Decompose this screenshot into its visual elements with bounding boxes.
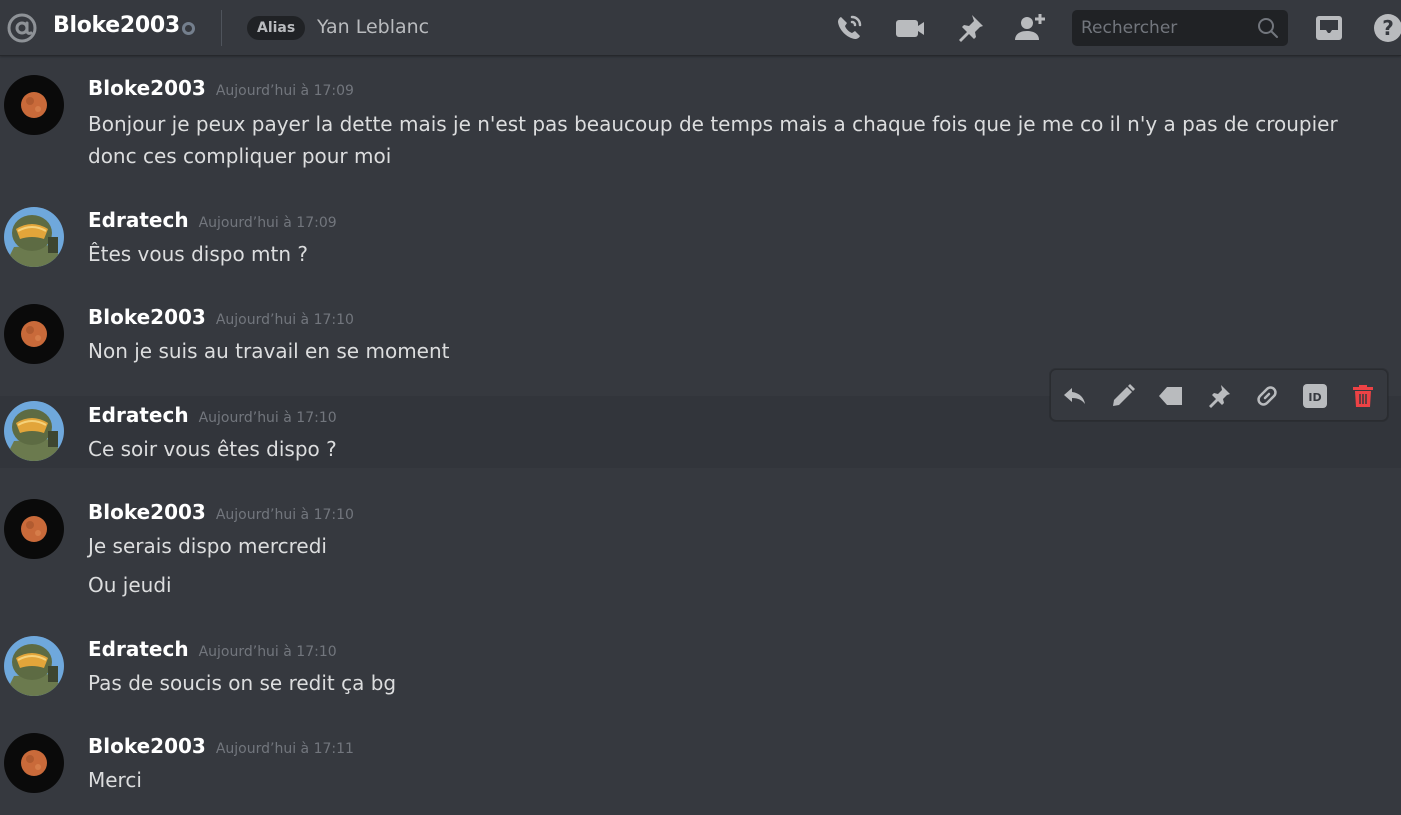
message-item[interactable]: Edratech Aujourd’hui à 17:10 Pas de souci… [0, 622, 1401, 717]
avatar[interactable] [4, 401, 64, 461]
search-input[interactable] [1081, 10, 1251, 46]
username[interactable]: Edratech [88, 403, 189, 427]
username[interactable]: Bloke2003 [88, 305, 206, 329]
avatar[interactable] [4, 733, 64, 793]
alias-badge: Alias [247, 16, 306, 40]
inbox-icon[interactable] [1313, 12, 1345, 44]
message-text: Ce soir vous êtes dispo ? [88, 437, 337, 461]
search-bar[interactable] [1072, 10, 1288, 46]
message-timestamp: Aujourd’hui à 17:09 [198, 215, 337, 231]
avatar[interactable] [4, 499, 64, 559]
username[interactable]: Bloke2003 [88, 500, 206, 524]
message-timestamp: Aujourd’hui à 17:10 [198, 644, 337, 660]
message-text: Pas de soucis on se redit ça bg [88, 671, 397, 695]
message-timestamp: Aujourd’hui à 17:10 [215, 312, 354, 328]
link-icon[interactable] [1253, 382, 1281, 410]
at-icon [6, 12, 38, 44]
channel-header: Bloke2003 Alias Yan Leblanc ? [0, 0, 1401, 56]
edit-icon[interactable] [1109, 382, 1137, 410]
video-call-icon[interactable] [894, 12, 926, 44]
username[interactable]: Edratech [88, 208, 189, 232]
message-action-bar: ID [1050, 369, 1388, 421]
phone-call-icon[interactable] [833, 12, 865, 44]
message-timestamp: Aujourd’hui à 17:11 [215, 741, 354, 757]
header-divider [221, 10, 222, 46]
message-text: Êtes vous dispo mtn ? [88, 242, 309, 266]
username[interactable]: Bloke2003 [88, 734, 206, 758]
add-friend-icon[interactable] [1014, 12, 1046, 44]
message-timestamp: Aujourd’hui à 17:10 [198, 410, 337, 426]
message-text: Je serais dispo mercredi [88, 534, 327, 558]
username[interactable]: Bloke2003 [88, 76, 206, 100]
svg-text:?: ? [1382, 16, 1394, 40]
message-timestamp: Aujourd’hui à 17:09 [215, 83, 354, 99]
message-item[interactable]: Bloke2003 Aujourd’hui à 17:11 Merci [0, 719, 1401, 815]
pin-icon[interactable] [954, 12, 986, 44]
help-icon[interactable]: ? [1372, 12, 1401, 44]
username[interactable]: Edratech [88, 637, 189, 661]
reply-icon[interactable] [1061, 382, 1089, 410]
avatar[interactable] [4, 304, 64, 364]
channel-title[interactable]: Bloke2003 [53, 13, 180, 38]
alias-name: Yan Leblanc [317, 16, 430, 38]
message-text: Merci [88, 768, 142, 792]
search-icon [1256, 16, 1280, 40]
svg-text:ID: ID [1308, 391, 1321, 404]
message-timestamp: Aujourd’hui à 17:10 [215, 507, 354, 523]
message-text: donc ces compliquer pour moi [88, 144, 392, 168]
offline-status-icon [182, 22, 195, 35]
delete-icon[interactable] [1349, 382, 1377, 410]
avatar[interactable] [4, 75, 64, 135]
message-text: Bonjour je peux payer la dette mais je n… [88, 112, 1338, 136]
tag-icon[interactable] [1157, 382, 1185, 410]
message-text: Non je suis au travail en se moment [88, 339, 450, 363]
message-text: Ou jeudi [88, 573, 172, 597]
message-item[interactable]: Bloke2003 Aujourd’hui à 17:09 Bonjour je … [0, 57, 1401, 187]
message-list[interactable]: Bloke2003 Aujourd’hui à 17:09 Bonjour je … [0, 57, 1401, 815]
avatar[interactable] [4, 207, 64, 267]
avatar[interactable] [4, 636, 64, 696]
pin-icon[interactable] [1205, 382, 1233, 410]
message-item[interactable]: Bloke2003 Aujourd’hui à 17:10 Je serais d… [0, 483, 1401, 613]
message-item[interactable]: Edratech Aujourd’hui à 17:09 Êtes vous di… [0, 192, 1401, 287]
id-icon[interactable]: ID [1301, 382, 1329, 410]
